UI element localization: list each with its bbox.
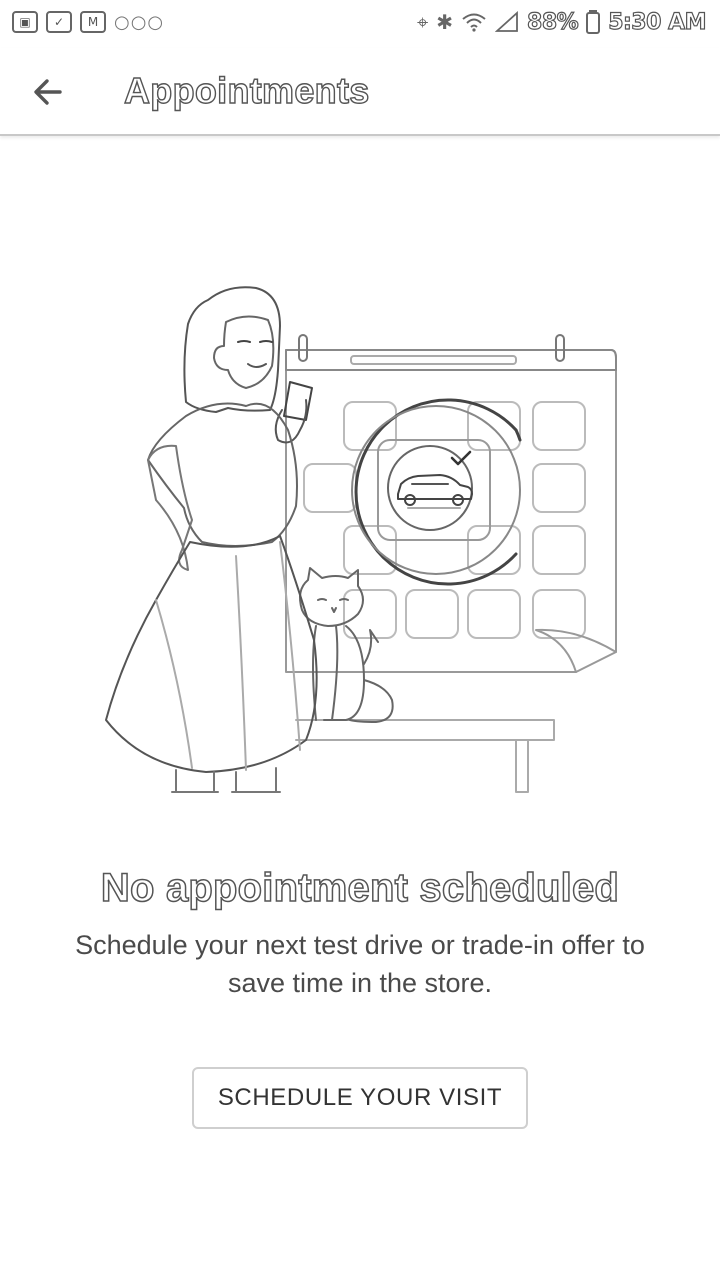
mail-notification-icon: M xyxy=(80,11,106,33)
battery-percent: 88% xyxy=(526,9,579,35)
car-badge-graphic xyxy=(351,398,522,586)
bench-graphic xyxy=(295,719,555,793)
wifi-icon xyxy=(462,13,486,32)
bluetooth-icon: ✱ xyxy=(436,10,454,34)
status-bar: ▣ ✓ M ○○○ ⌖ ✱ 88% 5:30 AM xyxy=(0,0,720,44)
notification-icons: ▣ ✓ M ○○○ xyxy=(12,11,164,33)
schedule-visit-button[interactable]: SCHEDULE YOUR VISIT xyxy=(192,1067,528,1129)
arrow-left-icon xyxy=(34,79,62,105)
system-icons: ⌖ ✱ 88% 5:30 AM xyxy=(416,9,708,35)
page-title: Appointments xyxy=(123,69,370,111)
signal-icon xyxy=(495,11,518,32)
app-bar: Appointments xyxy=(0,48,720,136)
task-notification-icon: ✓ xyxy=(46,11,72,33)
calendar-car-illustration xyxy=(105,286,617,793)
battery-icon xyxy=(586,10,601,34)
calendar-graphic xyxy=(285,334,617,673)
image-notification-icon: ▣ xyxy=(12,11,38,33)
clock: 5:30 AM xyxy=(608,9,708,35)
empty-state-description: Schedule your next test drive or trade-i… xyxy=(75,930,645,998)
back-button[interactable] xyxy=(22,66,74,118)
empty-state-title: No appointment scheduled xyxy=(100,865,620,911)
location-icon: ⌖ xyxy=(416,10,429,34)
more-notifications-icon: ○○○ xyxy=(114,11,165,33)
